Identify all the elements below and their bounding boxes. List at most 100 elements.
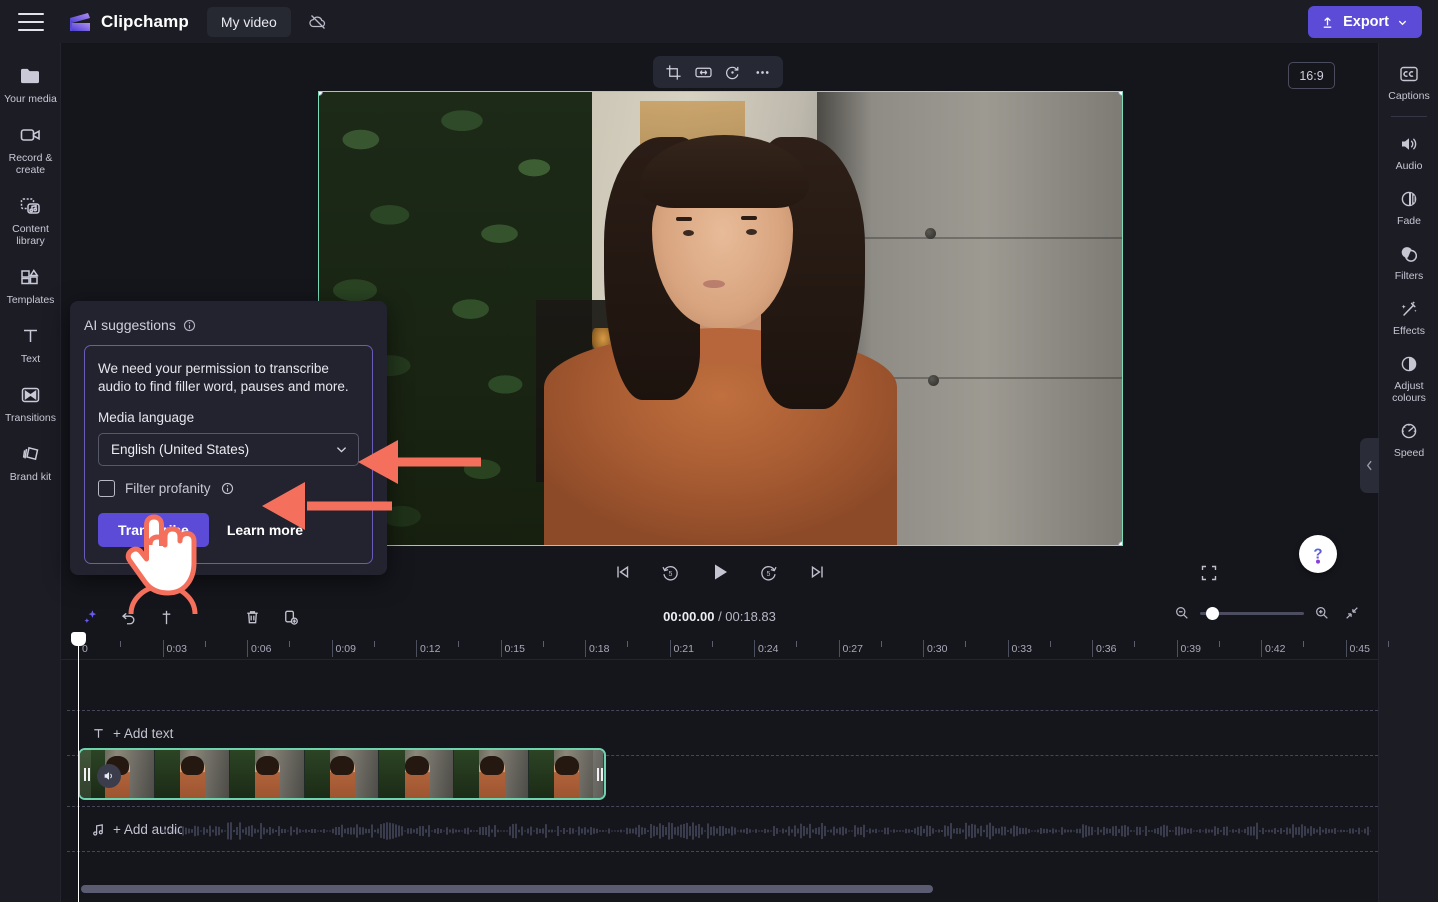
- waveform-bar: [755, 829, 757, 833]
- waveform-bar: [284, 829, 286, 833]
- skip-to-end-icon[interactable]: [804, 558, 832, 586]
- sidebar-item-templates[interactable]: Templates: [0, 256, 61, 315]
- rotate-icon[interactable]: [720, 60, 746, 84]
- filter-profanity-row[interactable]: Filter profanity: [98, 480, 359, 497]
- waveform-bar: [944, 825, 946, 837]
- right-item-effects[interactable]: Effects: [1379, 290, 1438, 345]
- skip-to-start-icon[interactable]: [608, 558, 636, 586]
- zoom-slider[interactable]: [1200, 606, 1304, 620]
- waveform-bar: [602, 830, 604, 832]
- waveform-bar: [953, 828, 955, 834]
- fullscreen-icon[interactable]: [1196, 560, 1222, 586]
- waveform-bar: [578, 826, 580, 836]
- sidebar-item-text[interactable]: Text: [0, 315, 61, 374]
- right-item-fade[interactable]: Fade: [1379, 180, 1438, 235]
- waveform-bar: [614, 830, 616, 832]
- total-time: / 00:18.83: [718, 609, 776, 624]
- waveform-bar: [1001, 826, 1003, 836]
- video-preview[interactable]: [318, 91, 1123, 546]
- media-language-select[interactable]: English (United States): [98, 433, 359, 466]
- playhead[interactable]: [71, 632, 86, 902]
- ruler-tick-minor: [796, 641, 798, 647]
- timeline-ruler[interactable]: 0 0:03 0:06 0:09 0:12 0:15 0:18 0:21 0:24 0:27 0:3…: [61, 638, 1389, 660]
- waveform-bar: [308, 830, 310, 832]
- waveform-bar: [1361, 830, 1363, 832]
- info-icon[interactable]: [221, 482, 234, 495]
- transitions-icon: [21, 387, 39, 403]
- add-text-button[interactable]: + Add text: [91, 726, 173, 741]
- sidebar-item-brand-kit[interactable]: Brand kit: [0, 433, 61, 492]
- zoom-in-icon[interactable]: [1314, 605, 1330, 621]
- forward-5-icon[interactable]: 5: [755, 558, 783, 586]
- export-button[interactable]: Export: [1308, 6, 1422, 38]
- sidebar-item-transitions[interactable]: Transitions: [0, 374, 61, 433]
- waveform-bar: [1271, 829, 1273, 833]
- waveform-bar: [1124, 825, 1126, 837]
- clipchamp-logo-icon: [68, 11, 92, 33]
- waveform-bar: [557, 826, 559, 836]
- waveform-bar: [383, 823, 385, 839]
- waveform-bar: [197, 826, 199, 836]
- clip-trim-handle-right[interactable]: [593, 750, 604, 798]
- sidebar-item-record-create[interactable]: Record & create: [0, 114, 61, 185]
- waveform-bar: [428, 825, 430, 837]
- playhead-handle[interactable]: [71, 632, 86, 646]
- play-button[interactable]: [706, 558, 734, 586]
- speaker-icon: [1402, 138, 1417, 150]
- waveform-bar: [497, 829, 499, 833]
- timeline-hscrollbar-thumb[interactable]: [81, 885, 933, 893]
- right-item-audio[interactable]: Audio: [1379, 125, 1438, 180]
- sidebar-item-label: Your media: [4, 93, 57, 105]
- waveform-bar: [902, 830, 904, 832]
- aspect-ratio-badge[interactable]: 16:9: [1288, 62, 1335, 89]
- clip-trim-handle-left[interactable]: [80, 750, 91, 798]
- ruler-tick: [162, 640, 164, 657]
- info-icon[interactable]: [183, 319, 196, 332]
- waveform-bar: [746, 827, 748, 835]
- ruler-label: 0:21: [673, 643, 694, 655]
- waveform-bar: [1313, 828, 1315, 834]
- waveform-bar: [377, 828, 379, 834]
- fit-fill-icon[interactable]: [690, 60, 716, 84]
- waveform-bar: [890, 830, 892, 832]
- filter-profanity-checkbox[interactable]: [98, 480, 115, 497]
- sidebar-item-content-library[interactable]: Content library: [0, 185, 61, 256]
- video-clip[interactable]: [78, 748, 606, 800]
- fit-timeline-icon[interactable]: [1344, 605, 1360, 621]
- clip-audio-toggle[interactable]: [97, 764, 121, 788]
- right-item-captions[interactable]: Captions: [1379, 55, 1438, 110]
- help-button[interactable]: ?: [1299, 535, 1337, 573]
- resize-handle-bottom-right[interactable]: [1118, 541, 1122, 545]
- waveform-bar: [1151, 830, 1153, 832]
- waveform-bar: [1112, 826, 1114, 836]
- timeline-hscrollbar[interactable]: [81, 885, 1371, 893]
- rewind-5-icon[interactable]: 5: [657, 558, 685, 586]
- zoom-out-icon[interactable]: [1174, 605, 1190, 621]
- right-item-speed[interactable]: Speed: [1379, 412, 1438, 467]
- waveform-bar: [851, 830, 853, 832]
- collapse-right-panel-button[interactable]: [1360, 438, 1379, 493]
- waveform-bar: [1091, 826, 1093, 836]
- ruler-label: 0:39: [1180, 643, 1201, 655]
- transcribe-button[interactable]: Transcribe: [98, 513, 209, 547]
- right-item-adjust-colours[interactable]: Adjust colours: [1379, 345, 1438, 412]
- waveform-bar: [389, 822, 391, 840]
- waveform-bar: [302, 830, 304, 832]
- waveform-bar: [641, 827, 643, 835]
- zoom-slider-thumb[interactable]: [1206, 606, 1219, 620]
- waveform-bar: [245, 827, 247, 835]
- cloud-off-icon[interactable]: [301, 7, 335, 37]
- right-item-label: Adjust colours: [1392, 380, 1426, 404]
- crop-icon[interactable]: [661, 60, 687, 84]
- hamburger-icon[interactable]: [18, 12, 44, 31]
- fade-circle-icon: [1401, 191, 1417, 207]
- learn-more-link[interactable]: Learn more: [227, 522, 303, 538]
- waveform-bar: [1283, 830, 1285, 832]
- waveform-bar: [1085, 825, 1087, 837]
- more-ellipsis-icon[interactable]: [749, 60, 775, 84]
- right-item-filters[interactable]: Filters: [1379, 235, 1438, 290]
- waveform-bar: [440, 828, 442, 834]
- waveform-bar: [1052, 828, 1054, 834]
- sidebar-item-your-media[interactable]: Your media: [0, 55, 61, 114]
- project-name-chip[interactable]: My video: [206, 6, 291, 37]
